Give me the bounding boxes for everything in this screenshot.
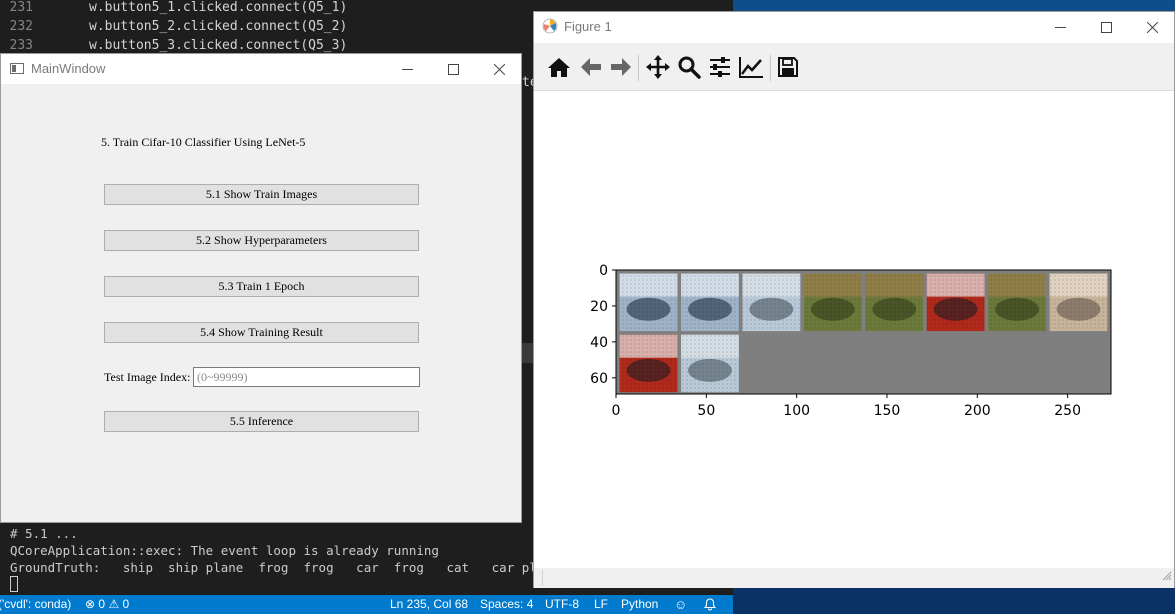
minimize-button[interactable]: [1037, 12, 1083, 42]
figure-toolbar: [534, 43, 1174, 91]
figure-canvas[interactable]: 0 50 100 150 200 250 0 20 40 60: [534, 91, 1174, 568]
x-tick-label: 100: [783, 403, 810, 419]
toolbar-separator: [638, 55, 639, 81]
code-line[interactable]: 231 w.button5_1.clicked.connect(Q5_1): [0, 0, 540, 17]
train-one-epoch-button[interactable]: 5.3 Train 1 Epoch: [104, 276, 419, 297]
terminal-line: # 5.1 ...: [10, 526, 78, 541]
x-tick-label: 0: [612, 403, 621, 419]
edit-axes-icon[interactable]: [737, 53, 765, 81]
section-heading: 5. Train Cifar-10 Classifier Using LeNet…: [101, 135, 306, 149]
configure-subplots-icon[interactable]: [706, 53, 734, 81]
show-hyperparameters-button[interactable]: 5.2 Show Hyperparameters: [104, 230, 419, 251]
x-tick-label: 250: [1054, 403, 1081, 419]
thumbnail-frog: [865, 273, 924, 332]
x-tick-label: 150: [874, 403, 901, 419]
y-tick-label: 60: [590, 371, 608, 387]
code-line[interactable]: 232 w.button5_2.clicked.connect(Q5_2): [0, 17, 540, 36]
show-training-result-button[interactable]: 5.4 Show Training Result: [104, 322, 419, 343]
thumbnail-plane: [681, 334, 739, 393]
feedback-icon[interactable]: ☺: [674, 595, 687, 614]
status-cursor-position[interactable]: Ln 235, Col 68: [390, 595, 468, 614]
pan-icon[interactable]: [644, 53, 672, 81]
home-icon[interactable]: [545, 53, 573, 81]
show-train-images-button[interactable]: 5.1 Show Train Images: [104, 184, 419, 205]
toolbar-separator: [770, 55, 771, 81]
zoom-icon[interactable]: [675, 53, 703, 81]
y-tick-label: 40: [590, 335, 608, 351]
figure-title: Figure 1: [564, 19, 612, 34]
inference-button[interactable]: 5.5 Inference: [104, 411, 419, 432]
scrollbar-thumb[interactable]: [522, 343, 533, 363]
y-tick-label: 20: [590, 299, 608, 315]
back-icon[interactable]: [577, 53, 605, 81]
window-icon: [10, 63, 24, 74]
status-bar: ('cvdl': conda) ⊗ 0 ⚠ 0 Ln 235, Col 68 S…: [0, 595, 733, 614]
error-icon: ⊗: [85, 597, 96, 611]
save-icon[interactable]: [774, 53, 802, 81]
warning-icon: ⚠: [108, 597, 120, 611]
matplotlib-logo-icon: [542, 18, 558, 39]
window-title: MainWindow: [31, 61, 106, 76]
maximize-button[interactable]: [430, 54, 476, 84]
status-python-env[interactable]: ('cvdl': conda): [0, 595, 71, 614]
figure-statusbar: [534, 568, 1174, 588]
thumbnail-plane: [742, 273, 801, 332]
image-grid-plot: 0 50 100 150 200 250 0 20 40 60: [590, 263, 1112, 419]
terminal-line: QCoreApplication::exec: The event loop i…: [10, 543, 439, 558]
test-image-index-input[interactable]: [193, 367, 420, 387]
maximize-button[interactable]: [1083, 12, 1129, 42]
close-button[interactable]: [1129, 12, 1175, 42]
figure-window: Figure 1 0 50 100 150 200 250 0 20 40 60: [533, 11, 1175, 588]
status-indentation[interactable]: Spaces: 4: [480, 595, 533, 614]
thumbnail-cat: [1049, 273, 1108, 332]
terminal-panel[interactable]: # 5.1 ... QCoreApplication::exec: The ev…: [0, 523, 559, 595]
status-encoding[interactable]: UTF-8: [545, 595, 579, 614]
terminal-cursor: [10, 576, 18, 592]
minimize-button[interactable]: [384, 54, 430, 84]
separator: [542, 570, 543, 586]
status-problems[interactable]: ⊗ 0 ⚠ 0: [85, 595, 129, 614]
thumbnail-ship: [681, 273, 739, 332]
main-window: MainWindow 5. Train Cifar-10 Classifier …: [0, 53, 522, 523]
forward-icon[interactable]: [607, 53, 635, 81]
test-image-index-label: Test Image Index:: [104, 370, 191, 384]
notification-bell-icon[interactable]: [703, 595, 717, 614]
y-tick-label: 0: [599, 263, 608, 279]
terminal-line: GroundTruth: ship ship plane frog frog c…: [10, 560, 560, 575]
main-window-titlebar[interactable]: MainWindow: [1, 54, 521, 84]
size-grip-icon[interactable]: [1162, 568, 1172, 586]
thumbnail-car: [926, 273, 985, 332]
thumbnail-ship: [619, 273, 678, 332]
status-language[interactable]: Python: [621, 595, 658, 614]
x-tick-label: 200: [964, 403, 991, 419]
thumbnail-car: [619, 334, 678, 393]
figure-titlebar[interactable]: Figure 1: [534, 12, 1174, 42]
x-tick-label: 50: [697, 403, 715, 419]
thumbnail-frog: [988, 273, 1046, 332]
thumbnail-frog: [803, 273, 862, 332]
status-eol[interactable]: LF: [594, 595, 608, 614]
close-button[interactable]: [476, 54, 522, 84]
